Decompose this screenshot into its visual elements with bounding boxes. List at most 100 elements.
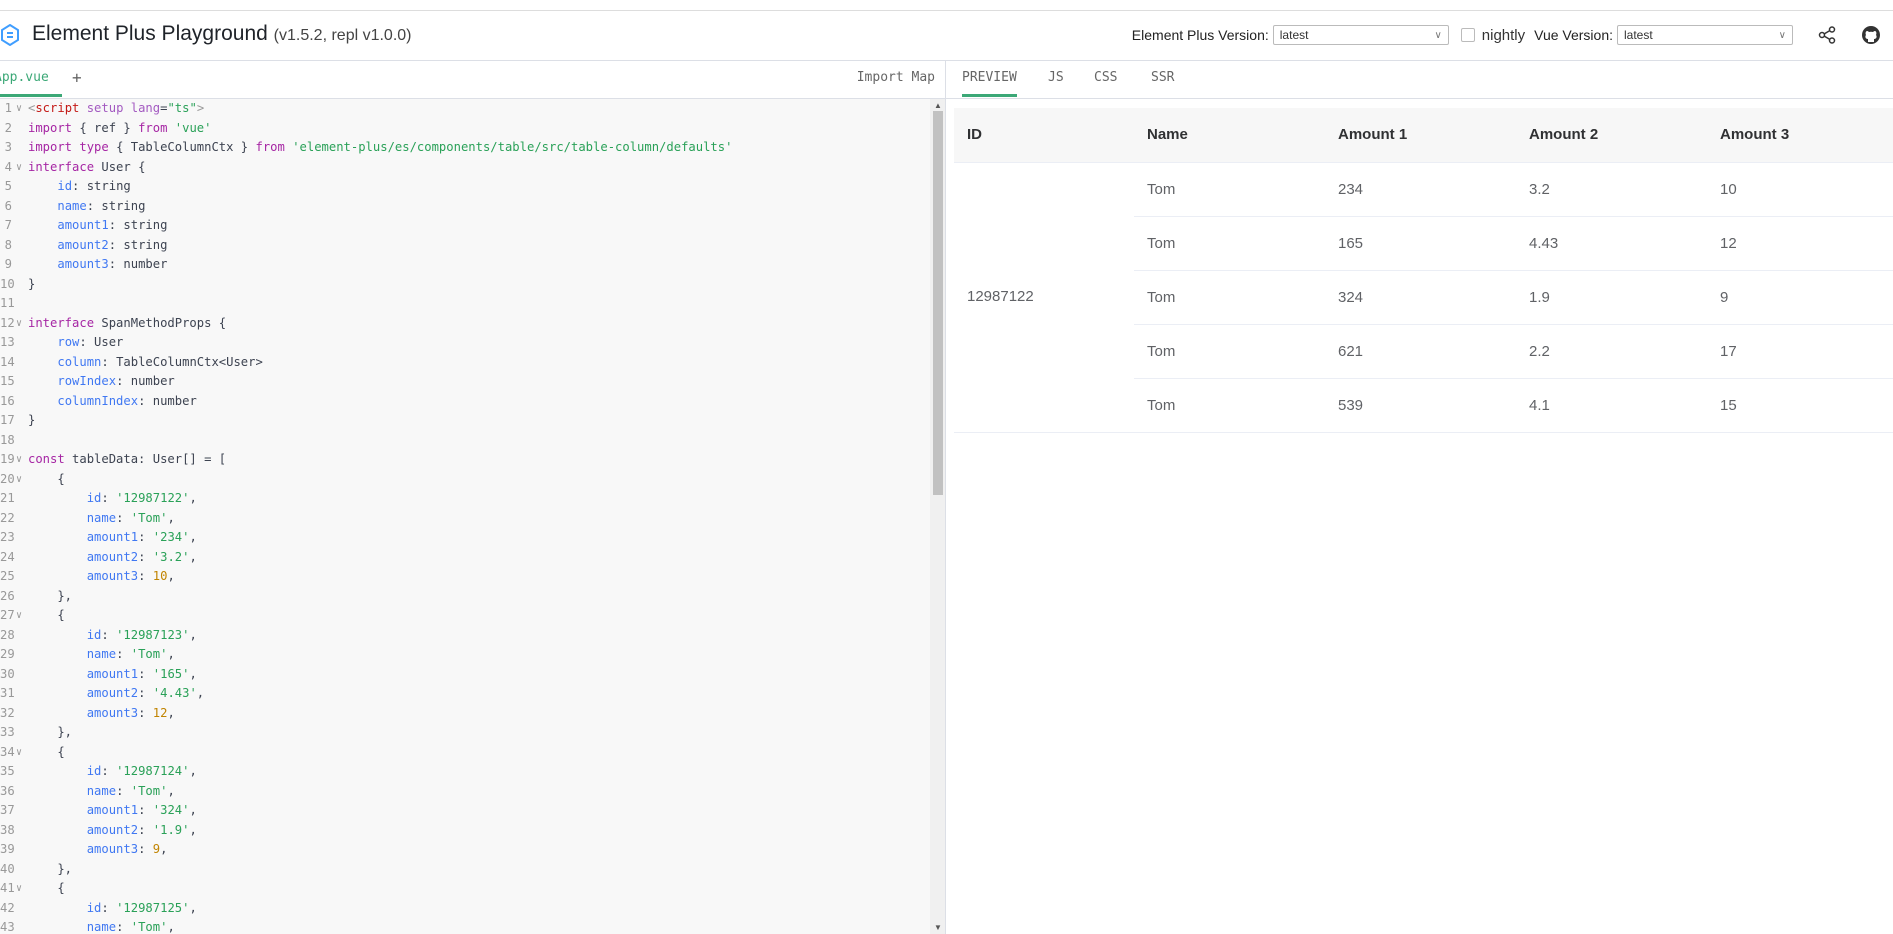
data-table: ID Name Amount 1 Amount 2 Amount 3 12987… bbox=[954, 108, 1893, 433]
code-line[interactable]: 12 ∨ interface SpanMethodProps { bbox=[0, 314, 930, 334]
tab-app-vue[interactable]: App.vue bbox=[0, 61, 62, 97]
code-line[interactable]: 34 ∨ { bbox=[0, 743, 930, 763]
table-row[interactable]: Tom 621 2.2 17 bbox=[954, 325, 1893, 379]
code-line[interactable]: 39 amount3: 9, bbox=[0, 840, 930, 860]
tab-preview[interactable]: PREVIEW bbox=[962, 61, 1017, 97]
code-line[interactable]: 24 amount2: '3.2', bbox=[0, 548, 930, 568]
code-line[interactable]: 29 name: 'Tom', bbox=[0, 645, 930, 665]
code-line[interactable]: 6 name: string bbox=[0, 197, 930, 217]
column-header-amount3: Amount 3 bbox=[1720, 126, 1790, 143]
code-line[interactable]: 13 row: User bbox=[0, 333, 930, 353]
code-line[interactable]: 30 amount1: '165', bbox=[0, 665, 930, 685]
cell-amount1: 539 bbox=[1338, 397, 1364, 414]
code-line[interactable]: 33 }, bbox=[0, 723, 930, 743]
table-row[interactable]: Tom 324 1.9 9 bbox=[954, 271, 1893, 325]
fold-chevron-icon[interactable]: ∨ bbox=[16, 606, 22, 626]
code-text: }, bbox=[28, 588, 73, 603]
code-line[interactable]: 8 amount2: string bbox=[0, 236, 930, 256]
code-text: amount2: '3.2', bbox=[86, 549, 197, 564]
code-text: { bbox=[28, 471, 65, 486]
code-line[interactable]: 27 ∨ { bbox=[0, 606, 930, 626]
add-file-button[interactable]: + bbox=[72, 61, 82, 95]
cell-amount2: 2.2 bbox=[1529, 343, 1550, 360]
element-plus-logo-icon[interactable] bbox=[0, 24, 20, 46]
element-plus-version-select[interactable]: latest ∨ bbox=[1272, 25, 1449, 45]
tab-js[interactable]: JS bbox=[1048, 61, 1064, 97]
code-line[interactable]: 7 amount1: string bbox=[0, 216, 930, 236]
code-line[interactable]: 37 amount1: '324', bbox=[0, 801, 930, 821]
share-icon bbox=[1818, 26, 1836, 44]
line-number: 35 bbox=[0, 764, 15, 778]
code-line[interactable]: 15 rowIndex: number bbox=[0, 372, 930, 392]
code-text: column: TableColumnCtx<User> bbox=[57, 354, 263, 369]
code-line[interactable]: 10} bbox=[0, 275, 930, 295]
fold-chevron-icon[interactable]: ∨ bbox=[16, 743, 22, 763]
code-line[interactable]: 11 bbox=[0, 294, 930, 314]
fold-chevron-icon[interactable]: ∨ bbox=[16, 158, 22, 178]
code-text: id: '12987123', bbox=[86, 627, 197, 642]
code-line[interactable]: 32 amount3: 12, bbox=[0, 704, 930, 724]
code-text: }, bbox=[28, 725, 73, 739]
line-number: 12 bbox=[0, 315, 15, 330]
code-line[interactable]: 17} bbox=[0, 411, 930, 431]
code-text: id: '12987122', bbox=[86, 491, 197, 505]
scroll-up-icon[interactable]: ▲ bbox=[934, 101, 942, 110]
nightly-checkbox[interactable] bbox=[1460, 28, 1475, 42]
table-row[interactable]: Tom 165 4.43 12 bbox=[954, 217, 1893, 271]
table-header: ID Name Amount 1 Amount 2 Amount 3 bbox=[954, 108, 1893, 163]
scrollbar-thumb[interactable] bbox=[933, 111, 943, 495]
code-line[interactable]: 5 id: string bbox=[0, 177, 930, 197]
code-line[interactable]: 31 amount2: '4.43', bbox=[0, 684, 930, 704]
code-line[interactable]: 26 }, bbox=[0, 587, 930, 607]
code-line[interactable]: 1 ∨ <script setup lang="ts"> bbox=[0, 99, 930, 119]
fold-chevron-icon[interactable]: ∨ bbox=[16, 450, 22, 470]
fold-chevron-icon[interactable]: ∨ bbox=[16, 879, 22, 899]
table-row[interactable]: Tom 539 4.1 15 bbox=[954, 379, 1893, 433]
line-number: 10 bbox=[0, 276, 15, 291]
code-line[interactable]: 36 name: 'Tom', bbox=[0, 782, 930, 802]
vue-version-select[interactable]: latest ∨ bbox=[1617, 25, 1793, 45]
code-line[interactable]: 3 import type { TableColumnCtx } from 'el… bbox=[0, 138, 930, 158]
code-area[interactable]: 1 ∨ <script setup lang="ts"> 2 import { ref … bbox=[0, 99, 930, 934]
code-text: columnIndex: number bbox=[57, 393, 197, 408]
fold-chevron-icon[interactable]: ∨ bbox=[16, 470, 22, 490]
fold-chevron-icon[interactable]: ∨ bbox=[16, 99, 22, 119]
github-button[interactable] bbox=[1849, 25, 1893, 45]
cell-name: Tom bbox=[1147, 397, 1176, 414]
code-line[interactable]: 38 amount2: '1.9', bbox=[0, 821, 930, 841]
code-line[interactable]: 40 }, bbox=[0, 860, 930, 880]
fold-chevron-icon[interactable]: ∨ bbox=[16, 314, 22, 334]
code-line[interactable]: 20 ∨ { bbox=[0, 470, 930, 490]
code-line[interactable]: 25 amount3: 10, bbox=[0, 567, 930, 587]
code-line[interactable]: 23 amount1: '234', bbox=[0, 528, 930, 548]
code-line[interactable]: 43 name: 'Tom', bbox=[0, 918, 930, 934]
tab-ssr[interactable]: SSR bbox=[1151, 61, 1174, 97]
code-line[interactable]: 42 id: '12987125', bbox=[0, 899, 930, 919]
share-button[interactable] bbox=[1805, 26, 1849, 44]
code-line[interactable]: 4 ∨ interface User { bbox=[0, 158, 930, 178]
code-line[interactable]: 14 column: TableColumnCtx<User> bbox=[0, 353, 930, 373]
table-row[interactable]: Tom 234 3.2 10 bbox=[954, 163, 1893, 217]
tab-css[interactable]: CSS bbox=[1094, 61, 1117, 97]
code-line[interactable]: 41 ∨ { bbox=[0, 879, 930, 899]
code-line[interactable]: 9 amount3: number bbox=[0, 255, 930, 275]
preview-tab-bar: PREVIEW JS CSS SSR bbox=[946, 61, 1893, 99]
app-header: Element Plus Playground (v1.5.2, repl v1… bbox=[0, 10, 1893, 61]
editor-scrollbar[interactable]: ▲ ▼ bbox=[930, 99, 945, 934]
code-line[interactable]: 16 columnIndex: number bbox=[0, 392, 930, 412]
code-line[interactable]: 2 import { ref } from 'vue' bbox=[0, 119, 930, 139]
import-map-button[interactable]: Import Map bbox=[857, 61, 935, 95]
line-number: 2 bbox=[4, 120, 12, 135]
code-line[interactable]: 19 ∨ const tableData: User[] = [ bbox=[0, 450, 930, 470]
column-header-amount1: Amount 1 bbox=[1338, 126, 1408, 143]
code-line[interactable]: 18 bbox=[0, 431, 930, 451]
code-text: amount1: string bbox=[57, 218, 168, 232]
line-number: 36 bbox=[0, 783, 15, 798]
code-line[interactable]: 22 name: 'Tom', bbox=[0, 509, 930, 529]
code-line[interactable]: 28 id: '12987123', bbox=[0, 626, 930, 646]
code-line[interactable]: 21 id: '12987122', bbox=[0, 489, 930, 509]
code-line[interactable]: 35 id: '12987124', bbox=[0, 762, 930, 782]
code-text: { bbox=[28, 744, 65, 759]
scroll-down-icon[interactable]: ▼ bbox=[934, 923, 942, 932]
vue-version-label: Vue Version: bbox=[1534, 27, 1613, 43]
